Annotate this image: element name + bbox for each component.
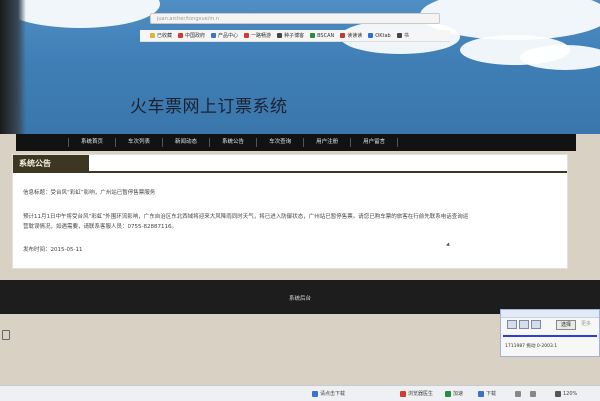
bookmarks-bar: 已收藏 中国政府 产品中心 一路畅游 种子博客 BSCAN 读读读 OKtab 书 xyxy=(140,30,450,42)
footer-admin-link[interactable]: 系统后台 xyxy=(0,294,600,302)
select-button[interactable]: 选择 xyxy=(556,320,576,330)
bookmark-label: 读读读 xyxy=(347,33,363,39)
bookmark-favicon-icon xyxy=(150,33,155,38)
bookmark-item[interactable]: 读读读 xyxy=(340,32,362,39)
nav-item[interactable]: 用户注册 xyxy=(304,138,352,147)
bookmark-item[interactable]: 种子博客 xyxy=(277,32,304,39)
statusbar-icon xyxy=(515,390,521,397)
bookmark-favicon-icon xyxy=(396,33,402,38)
bookmark-label: 已收藏 xyxy=(157,33,173,39)
statusbar-label: 加速 xyxy=(453,391,464,397)
bookmark-label: 一路畅游 xyxy=(251,33,272,39)
bookmark-label: 种子博客 xyxy=(284,33,305,39)
site-title: 火车票网上订票系统 xyxy=(130,97,288,117)
record-button[interactable] xyxy=(531,320,541,329)
bookmark-item[interactable]: 产品中心 xyxy=(211,32,238,39)
statusbar-icon xyxy=(555,390,561,397)
pause-button[interactable] xyxy=(519,320,529,329)
statusbar-label: 下载 xyxy=(486,391,497,397)
notice-body-line-1: 预计11月1日中午将受台风“彩虹”外围环流影响，广东自治区东北西域将迎来大风降雨… xyxy=(23,214,469,220)
screen-edge-shadow xyxy=(0,0,26,134)
address-bar[interactable]: juan.archer/tongxue/m.n xyxy=(150,13,440,24)
statusbar-item[interactable]: 请点击下载 xyxy=(312,390,345,397)
statusbar-icon xyxy=(312,390,318,397)
statusbar-icon xyxy=(530,390,536,397)
cloud-decoration xyxy=(520,45,600,70)
statusbar-label: 浏览器医生 xyxy=(408,391,434,397)
statusbar-label: 120% xyxy=(563,390,578,397)
bookmark-favicon-icon xyxy=(244,33,250,38)
main-nav: 系统首页 车次列表 新闻动态 系统公告 车次查询 用户注册 用户留言 xyxy=(16,134,576,151)
bookmark-item[interactable]: BSCAN xyxy=(310,33,334,39)
notice-body-line-2: 营耽误情况，如遇需要，请联系客服人员：0755-82887116。 xyxy=(23,224,177,230)
widget-titlebar[interactable] xyxy=(501,310,599,318)
browser-statusbar: 请点击下载 浏览器医生 加速 下载 120% xyxy=(0,385,600,401)
notice-panel: 系统公告 信息标题：受台风“彩虹”影响，广州站已暂停售票服务 预计11月1日中午… xyxy=(12,154,568,269)
bookmark-label: 书 xyxy=(403,33,409,39)
nav-item[interactable]: 系统首页 xyxy=(68,138,117,147)
statusbar-item[interactable]: 120% xyxy=(555,390,578,397)
bookmark-label: BSCAN xyxy=(317,32,335,39)
bookmark-favicon-icon xyxy=(310,33,316,38)
bookmark-item[interactable]: 一路畅游 xyxy=(244,32,271,39)
notice-heading: 系统公告 xyxy=(13,155,89,173)
bookmark-item[interactable]: 中国政府 xyxy=(178,32,205,39)
document-icon xyxy=(2,330,10,340)
statusbar-label: 请点击下载 xyxy=(320,391,346,397)
statusbar-icon xyxy=(445,390,451,397)
statusbar-item[interactable]: 加速 xyxy=(445,390,463,397)
bookmark-label: 产品中心 xyxy=(218,33,239,39)
statusbar-icon xyxy=(478,390,484,397)
bookmark-label: OKtab xyxy=(375,32,391,39)
notice-date: 发布时间：2015-05-11 xyxy=(23,247,83,253)
bookmark-favicon-icon xyxy=(340,33,346,38)
stop-button[interactable] xyxy=(507,320,517,329)
statusbar-item[interactable]: 下载 xyxy=(478,390,496,397)
notice-title: 信息标题：受台风“彩虹”影响，广州站已暂停售票服务 xyxy=(23,190,156,196)
more-button[interactable]: 更多 xyxy=(581,320,591,327)
nav-item[interactable]: 新闻动态 xyxy=(163,138,211,147)
statusbar-item[interactable] xyxy=(515,390,521,397)
bookmark-favicon-icon xyxy=(368,33,374,38)
bookmark-item[interactable]: 书 xyxy=(396,32,409,39)
bookmark-favicon-icon xyxy=(277,33,283,38)
bookmark-item[interactable]: 已收藏 xyxy=(150,32,172,39)
nav-item[interactable]: 车次查询 xyxy=(257,138,305,147)
address-text: juan.archer/tongxue/m.n xyxy=(157,16,220,22)
bookmark-favicon-icon xyxy=(178,33,184,38)
statusbar-item[interactable] xyxy=(530,390,536,397)
recorder-widget: 选择 更多 1711987 拖动 0-2003.1 xyxy=(500,309,600,357)
bookmark-item[interactable]: OKtab xyxy=(368,32,391,39)
nav-item[interactable]: 车次列表 xyxy=(116,138,164,147)
nav-item[interactable]: 系统公告 xyxy=(210,138,258,147)
widget-info: 1711987 拖动 0-2003.1 xyxy=(505,344,558,349)
progress-track[interactable] xyxy=(503,335,597,337)
bookmark-favicon-icon xyxy=(211,33,217,38)
heading-rule xyxy=(89,171,567,173)
nav-item[interactable]: 用户留言 xyxy=(351,138,399,147)
statusbar-icon xyxy=(400,390,406,397)
bookmark-label: 中国政府 xyxy=(185,33,206,39)
statusbar-item[interactable]: 浏览器医生 xyxy=(400,390,433,397)
